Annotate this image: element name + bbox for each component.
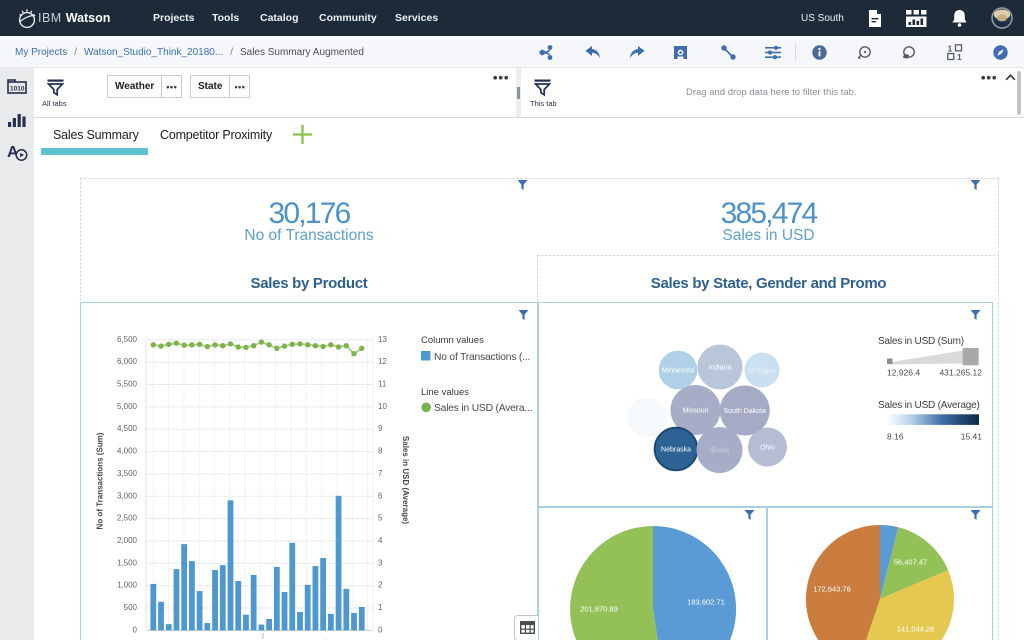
svg-text:5,500: 5,500 <box>117 380 138 389</box>
svg-text:1: 1 <box>957 52 962 61</box>
svg-text:4,500: 4,500 <box>117 424 138 433</box>
svg-text:Sales in USD (Avera...: Sales in USD (Avera... <box>434 403 532 414</box>
svg-text:Sales in USD (Average): Sales in USD (Average) <box>401 436 410 525</box>
svg-text:6: 6 <box>378 491 383 500</box>
svg-text:3: 3 <box>378 558 383 567</box>
svg-text:11: 11 <box>378 380 387 389</box>
svg-text:2: 2 <box>378 581 383 590</box>
svg-text:Nebraska: Nebraska <box>661 447 691 454</box>
svg-text:431,265.12: 431,265.12 <box>939 368 982 378</box>
svg-text:15.41: 15.41 <box>961 432 983 442</box>
svg-text:9: 9 <box>378 424 383 433</box>
svg-text:1,500: 1,500 <box>117 558 138 567</box>
svg-text:500: 500 <box>124 603 138 612</box>
svg-text:10: 10 <box>378 402 387 411</box>
svg-text:183,602.71: 183,602.71 <box>687 598 725 607</box>
svg-text:1010: 1010 <box>10 86 25 93</box>
svg-text:5: 5 <box>378 514 383 523</box>
svg-text:12: 12 <box>378 357 387 366</box>
svg-text:No of Transactions (Sum): No of Transactions (Sum) <box>96 432 105 529</box>
svg-text:No of Transactions (...: No of Transactions (... <box>434 352 530 363</box>
svg-text:.: . <box>325 634 327 639</box>
svg-text:13: 13 <box>378 335 387 344</box>
svg-text:5,000: 5,000 <box>117 402 138 411</box>
svg-text:4,000: 4,000 <box>117 447 138 456</box>
svg-text:Sales in USD (Sum): Sales in USD (Sum) <box>878 336 964 347</box>
svg-text:(: ( <box>262 634 265 639</box>
svg-text:172,643.76: 172,643.76 <box>813 585 851 594</box>
svg-text:3,500: 3,500 <box>117 469 138 478</box>
svg-text:1,000: 1,000 <box>117 581 138 590</box>
svg-text:0: 0 <box>378 625 383 634</box>
svg-text:Column values: Column values <box>421 335 484 346</box>
svg-text:3,000: 3,000 <box>117 491 138 500</box>
svg-text:Illinois: Illinois <box>710 448 730 455</box>
svg-text:Michigan: Michigan <box>748 368 776 375</box>
svg-text:Sales in USD (Average): Sales in USD (Average) <box>878 400 980 411</box>
svg-text:201,870.89: 201,870.89 <box>580 605 618 614</box>
svg-text:56,407.47: 56,407.47 <box>894 558 927 567</box>
svg-text:12,926.4: 12,926.4 <box>887 368 920 378</box>
svg-text:Minnesota: Minnesota <box>662 368 694 375</box>
svg-text:8.16: 8.16 <box>887 432 904 442</box>
svg-text:Missouri: Missouri <box>682 408 709 415</box>
svg-text:7: 7 <box>378 469 383 478</box>
svg-text:1: 1 <box>948 44 953 54</box>
svg-text:0: 0 <box>133 625 138 634</box>
svg-text:Line values: Line values <box>421 387 469 398</box>
svg-text:6,000: 6,000 <box>117 357 138 366</box>
svg-text:2,000: 2,000 <box>117 536 138 545</box>
svg-text:2,500: 2,500 <box>117 514 138 523</box>
svg-text:Indiana: Indiana <box>709 365 732 372</box>
svg-text:Ohio: Ohio <box>760 445 775 452</box>
svg-text:8: 8 <box>378 447 383 456</box>
svg-text:South Dakota: South Dakota <box>723 408 766 415</box>
svg-text:141,044.28: 141,044.28 <box>897 625 935 634</box>
svg-text:4: 4 <box>378 536 383 545</box>
svg-text:6,500: 6,500 <box>117 335 138 344</box>
svg-text:1: 1 <box>378 603 383 612</box>
